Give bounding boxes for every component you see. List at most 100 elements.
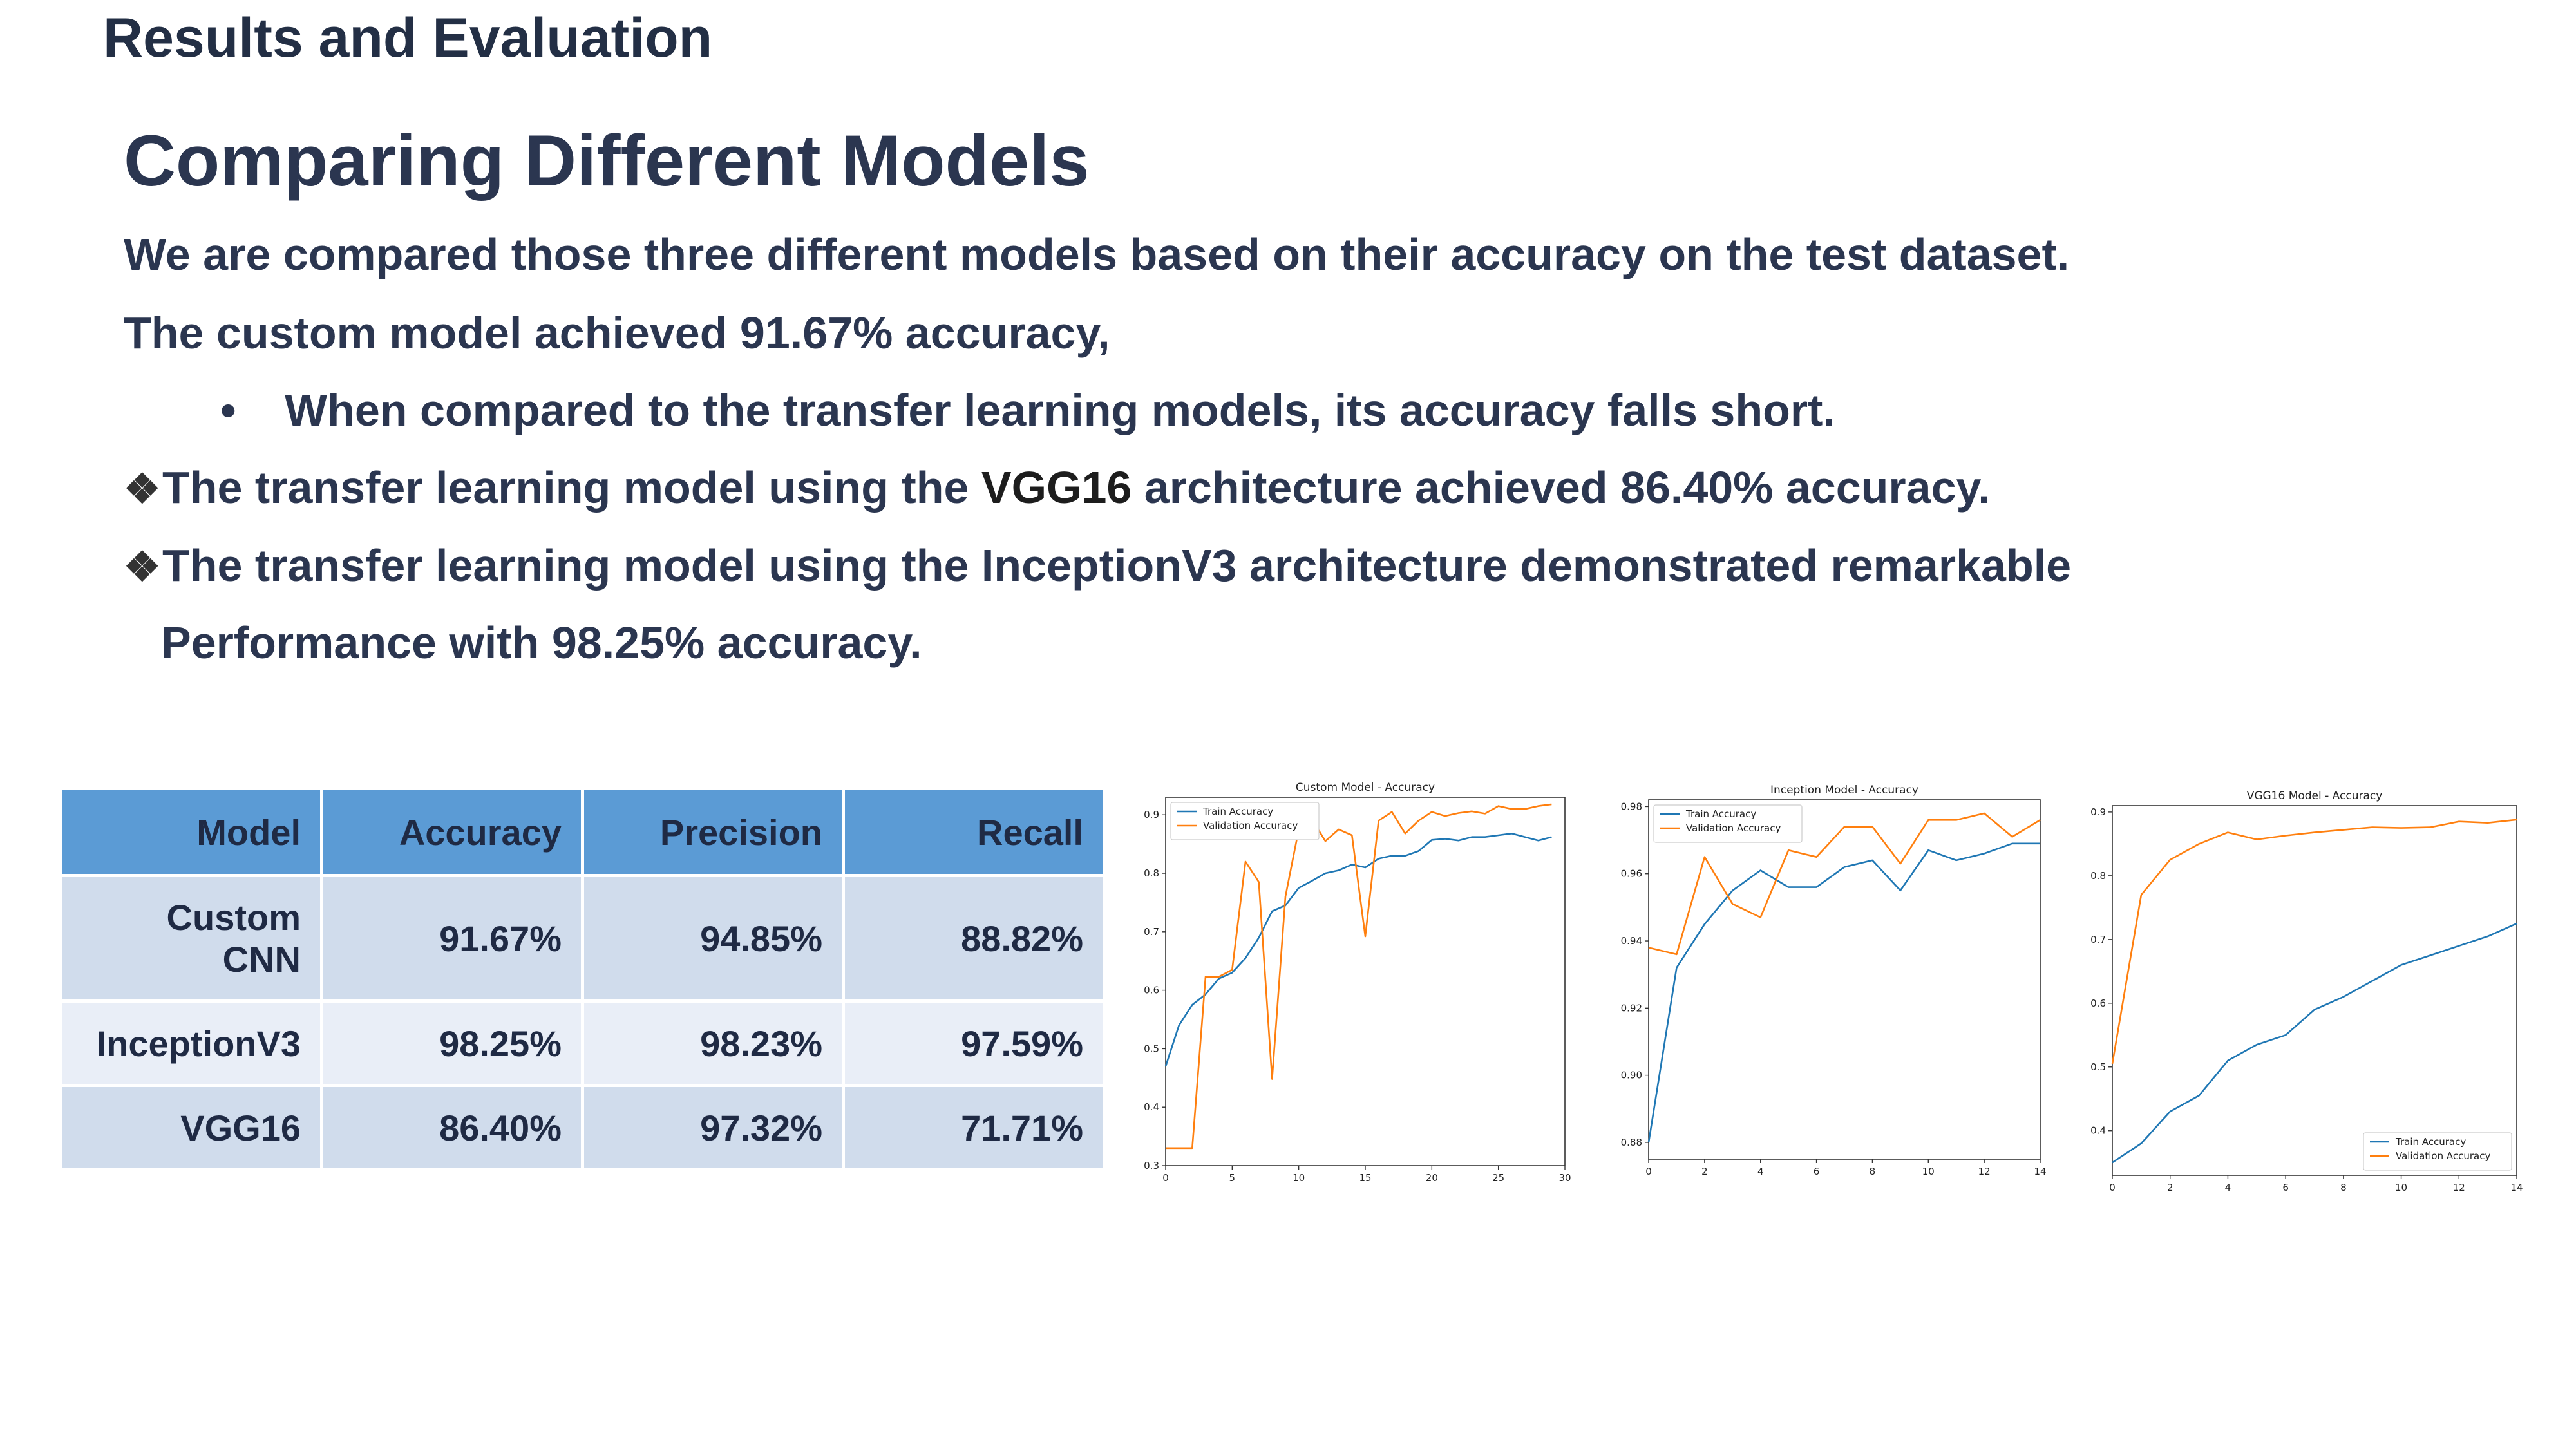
table-cell: 97.32% (581, 1084, 845, 1171)
x-tick-label: 8 (1870, 1166, 1876, 1177)
legend-label: Train Accuracy (1202, 806, 1273, 817)
x-tick-label: 25 (1492, 1172, 1504, 1184)
y-tick-label: 0.6 (1144, 985, 1159, 996)
y-tick-label: 0.8 (1144, 867, 1159, 879)
y-tick-label: 0.88 (1621, 1137, 1642, 1148)
table-row: Custom CNN 91.67% 94.85% 88.82% (59, 874, 1106, 1003)
x-tick-label: 6 (2282, 1182, 2289, 1193)
chart-svg: Inception Model - Accuracy 0 2 4 6 8 10 12 14 0.8… (1621, 784, 2047, 1177)
table-cell: 71.71% (842, 1084, 1106, 1171)
vgg16-model-accuracy-chart: VGG16 Model - Accuracy 0 2 4 6 8 10 12 14 0.4 0.5 0… (2067, 781, 2531, 1206)
x-tick-label: 5 (1229, 1172, 1236, 1184)
y-tick-label: 0.96 (1621, 868, 1642, 880)
x-tick-label: 4 (2225, 1182, 2231, 1193)
chart-title: Inception Model - Accuracy (1770, 784, 1918, 797)
x-tick-label: 14 (2510, 1182, 2523, 1193)
x-tick-label: 0 (1162, 1172, 1169, 1184)
y-tick-label: 0.92 (1621, 1002, 1642, 1014)
x-tick-label: 12 (2453, 1182, 2465, 1193)
chart-legend: Train Accuracy Validation Accuracy (1653, 804, 1803, 843)
y-tick-label: 0.9 (2090, 806, 2106, 818)
table-header-precision: Precision (581, 787, 845, 877)
y-tick-label: 0.4 (2090, 1125, 2106, 1137)
vgg16-text-pre: The transfer learning model using the (162, 462, 981, 513)
y-tick-label: 0.7 (2090, 934, 2106, 945)
y-tick-label: 0.5 (2090, 1061, 2106, 1073)
y-tick-label: 0.98 (1621, 800, 1642, 812)
y-tick-label: 0.8 (2090, 870, 2106, 882)
chart-title: VGG16 Model - Accuracy (2247, 790, 2383, 802)
x-tick-label: 2 (1701, 1166, 1708, 1177)
table-header-model: Model (59, 787, 323, 877)
y-tick-label: 0.7 (1144, 926, 1159, 938)
legend-label: Validation Accuracy (1686, 822, 1781, 834)
diamond-bullet-icon: ❖ (124, 466, 161, 512)
table-cell: 91.67% (320, 874, 584, 1003)
y-tick-label: 0.5 (1144, 1043, 1159, 1054)
table-header-row: Model Accuracy Precision Recall (59, 787, 1106, 877)
x-tick-label: 6 (1814, 1166, 1820, 1177)
bullet-item-custom-falls-short: • When compared to the transfer learning … (220, 384, 1835, 436)
custom-model-accuracy-chart: Custom Model - Accuracy 0 5 10 15 20 25 30 0.3 0.… (1121, 772, 1571, 1197)
section-title: Results and Evaluation (103, 7, 713, 69)
table-header-recall: Recall (842, 787, 1106, 877)
table-cell: 88.82% (842, 874, 1106, 1003)
legend-label: Train Accuracy (1685, 808, 1756, 820)
x-tick-label: 10 (1922, 1166, 1935, 1177)
inception-model-accuracy-chart: Inception Model - Accuracy 0 2 4 6 8 10 12 14 0.8… (1591, 778, 2054, 1190)
chart-svg: Custom Model - Accuracy 0 5 10 15 20 25 30 0.3 0.… (1144, 781, 1571, 1184)
results-table: Model Accuracy Precision Recall Custom C… (59, 787, 1106, 1171)
legend-label: Train Accuracy (2395, 1136, 2466, 1148)
text-line-custom-accuracy: The custom model achieved 91.67% accurac… (124, 308, 1110, 358)
x-tick-label: 30 (1558, 1172, 1571, 1184)
series-line-train (1164, 833, 1552, 1067)
chart-legend: Train Accuracy Validation Accuracy (1170, 802, 1320, 840)
x-tick-label: 14 (2034, 1166, 2046, 1177)
y-tick-label: 0.90 (1621, 1070, 1642, 1081)
table-cell: 98.25% (320, 999, 584, 1087)
x-tick-label: 4 (1757, 1166, 1764, 1177)
diamond-item-inception: ❖The transfer learning model using the I… (124, 540, 2071, 591)
legend-label: Validation Accuracy (1203, 820, 1298, 831)
legend-label: Validation Accuracy (2396, 1150, 2490, 1162)
y-tick-label: 0.6 (2090, 998, 2106, 1009)
y-tick-label: 0.94 (1621, 935, 1642, 947)
vgg16-text-post: architecture achieved 86.40% accuracy. (1132, 462, 1991, 513)
y-tick-label: 0.9 (1144, 809, 1159, 820)
inception-text: The transfer learning model using the In… (162, 540, 2072, 591)
x-tick-label: 10 (1293, 1172, 1305, 1184)
text-line-inception-continued: Performance with 98.25% accuracy. (161, 618, 922, 668)
plot-frame (1165, 797, 1566, 1166)
x-tick-label: 10 (2395, 1182, 2407, 1193)
chart-svg: VGG16 Model - Accuracy 0 2 4 6 8 10 12 14 0.4 0.5 0… (2090, 790, 2523, 1193)
series-line-train (2112, 922, 2517, 1164)
vgg16-text-bold: VGG16 (981, 462, 1132, 513)
diamond-bullet-icon: ❖ (124, 544, 161, 590)
table-row: InceptionV3 98.25% 98.23% 97.59% (59, 999, 1106, 1087)
plot-frame (2112, 805, 2517, 1176)
chart-legend: Train Accuracy Validation Accuracy (2363, 1132, 2512, 1171)
table-cell: VGG16 (59, 1084, 323, 1171)
text-line-comparison-intro: We are compared those three different mo… (124, 229, 2070, 279)
x-tick-label: 15 (1359, 1172, 1371, 1184)
table-cell: 97.59% (842, 999, 1106, 1087)
table-cell: Custom CNN (59, 874, 323, 1003)
diamond-item-vgg16: ❖The transfer learning model using the V… (124, 462, 1991, 513)
y-tick-label: 0.4 (1144, 1101, 1159, 1113)
table-cell: 94.85% (581, 874, 845, 1003)
x-tick-label: 0 (1645, 1166, 1652, 1177)
table-header-accuracy: Accuracy (320, 787, 584, 877)
table-row: VGG16 86.40% 97.32% 71.71% (59, 1084, 1106, 1171)
bullet-dot: • (220, 385, 236, 435)
series-line-validation (2111, 819, 2517, 1065)
x-tick-label: 2 (2167, 1182, 2174, 1193)
table-cell: InceptionV3 (59, 999, 323, 1087)
series-line-train (1647, 842, 2040, 1143)
x-tick-label: 12 (1978, 1166, 1991, 1177)
table-cell: 98.23% (581, 999, 845, 1087)
bullet-text: When compared to the transfer learning m… (285, 385, 1835, 435)
x-tick-label: 0 (2109, 1182, 2116, 1193)
x-tick-label: 8 (2340, 1182, 2347, 1193)
y-tick-label: 0.3 (1144, 1160, 1159, 1171)
chart-title: Custom Model - Accuracy (1296, 781, 1435, 794)
